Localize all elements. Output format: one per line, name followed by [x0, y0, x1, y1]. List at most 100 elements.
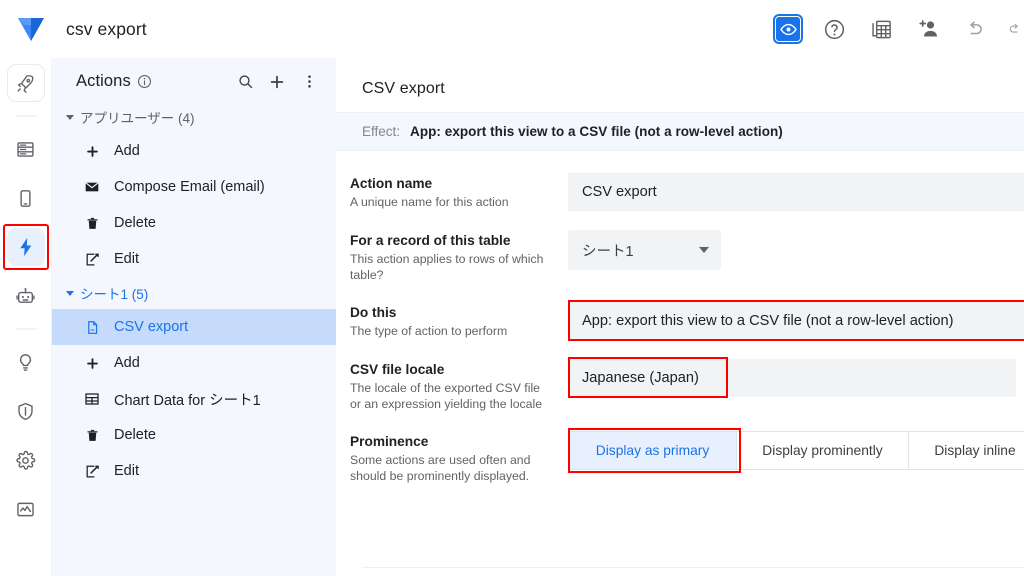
actions-panel: Actions アプリユーザー (4) Add Compose Email (e… [52, 58, 336, 576]
field-description: The locale of the exported CSV file or a… [350, 381, 543, 411]
action-item-delete-sheet1[interactable]: Delete [52, 417, 336, 453]
rail-divider-1 [14, 115, 37, 117]
action-item-add-sheet1[interactable]: Add [52, 345, 336, 381]
top-bar: csv export [0, 0, 1024, 58]
field-label-group: Action name A unique name for this actio… [350, 173, 568, 211]
action-settings-form: Action name A unique name for this actio… [336, 151, 1024, 576]
add-user-icon[interactable] [915, 16, 941, 42]
app-title: csv export [66, 18, 147, 39]
action-item-label: Delete [114, 427, 156, 443]
action-name-input[interactable]: CSV export [568, 173, 1024, 211]
actions-header-icons [236, 73, 318, 91]
robot-icon [16, 287, 35, 303]
action-item-delete-user[interactable]: Delete [52, 205, 336, 241]
chevron-down-icon [699, 247, 709, 253]
rail-item-intelligence[interactable] [7, 277, 45, 315]
field-action-name: Action name A unique name for this actio… [336, 173, 1024, 211]
field-title: Do this [350, 305, 397, 320]
field-label-group: Prominence Some actions are used often a… [350, 431, 568, 484]
field-title: For a record of this table [350, 233, 511, 248]
appsheet-editor: csv export Actions アプリユーザー (4) Add Compo… [0, 0, 1024, 576]
grid-table-icon [82, 391, 102, 407]
appsheet-logo-icon [18, 18, 44, 41]
preview-eye-icon[interactable] [773, 14, 803, 44]
effect-summary-bar: Effect: App: export this view to a CSV f… [336, 113, 1024, 151]
actions-group-header-sheet1[interactable]: シート1 (5) [52, 277, 336, 309]
prominence-option-prominently[interactable]: Display prominently [737, 432, 909, 469]
actions-group-label: アプリユーザー (4) [80, 111, 195, 126]
search-icon[interactable] [236, 73, 254, 91]
rail-item-rocket[interactable] [6, 64, 45, 102]
csv-locale-input[interactable]: Japanese (Japan) [568, 359, 1016, 397]
field-csv-locale: CSV file locale The locale of the export… [336, 357, 1024, 412]
rail-item-ideas[interactable] [7, 343, 45, 381]
appsheet-logo[interactable] [0, 16, 62, 42]
monitor-chart-icon [17, 502, 34, 516]
field-title: Prominence [350, 434, 429, 449]
action-item-compose-email[interactable]: Compose Email (email) [52, 169, 336, 205]
field-label-group: For a record of this table This action a… [350, 230, 568, 283]
actions-panel-title: Actions [76, 72, 131, 90]
left-nav-rail [0, 58, 52, 576]
field-control: App: export this view to a CSV file (not… [568, 300, 1024, 341]
plus-icon [82, 356, 102, 371]
field-control: Japanese (Japan) [568, 357, 1024, 412]
pencil-square-icon [82, 464, 102, 479]
trash-icon [82, 216, 102, 231]
action-item-chart-data[interactable]: Chart Data for シート1 [52, 381, 336, 417]
action-item-label: Edit [114, 251, 139, 267]
undo-icon[interactable] [962, 16, 988, 42]
table-select[interactable]: シート1 [568, 230, 721, 270]
pencil-square-icon [82, 252, 102, 267]
main-detail-panel: CSV export Effect: App: export this view… [336, 58, 1024, 576]
info-circle-icon[interactable] [137, 74, 152, 89]
rail-item-security[interactable] [7, 392, 45, 430]
field-label-group: CSV file locale The locale of the export… [350, 359, 568, 412]
action-item-csv-export[interactable]: CSV export [52, 309, 336, 345]
redo-icon[interactable] [1009, 16, 1022, 42]
page-title: CSV export [336, 58, 1024, 113]
rail-item-app[interactable] [7, 179, 45, 217]
actions-group-header-app-users[interactable]: アプリユーザー (4) [52, 101, 336, 133]
actions-group-label: シート1 (5) [80, 287, 149, 302]
action-item-add-user[interactable]: Add [52, 133, 336, 169]
action-item-label: Compose Email (email) [114, 179, 265, 195]
prominence-segmented-control: Display as primary Display prominently D… [568, 431, 1024, 470]
field-title: Action name [350, 176, 433, 191]
data-list-icon [17, 141, 34, 157]
rail-item-monitor[interactable] [7, 490, 45, 528]
lightning-bolt-icon [19, 237, 31, 257]
shield-icon [18, 402, 33, 420]
rail-item-data[interactable] [7, 130, 45, 168]
field-do-this: Do this The type of action to perform Ap… [336, 300, 1024, 341]
action-item-edit-user[interactable]: Edit [52, 241, 336, 277]
action-item-edit-sheet1[interactable]: Edit [52, 453, 336, 489]
data-table-icon[interactable] [868, 16, 894, 42]
envelope-icon [82, 179, 102, 195]
topbar-icon-group [773, 14, 1024, 44]
prominence-option-inline[interactable]: Display inline [909, 432, 1024, 469]
field-title: CSV file locale [350, 362, 445, 377]
action-item-label: CSV export [114, 319, 189, 335]
actions-panel-header: Actions [52, 58, 336, 101]
gear-icon [16, 450, 36, 470]
document-icon [82, 320, 102, 335]
mobile-device-icon [20, 189, 31, 207]
table-select-value: シート1 [582, 243, 634, 260]
field-control: CSV export [568, 173, 1024, 211]
rail-item-settings[interactable] [7, 441, 45, 479]
do-this-select[interactable]: App: export this view to a CSV file (not… [568, 302, 1024, 340]
field-description: Some actions are used often and should b… [350, 453, 531, 483]
field-control: シート1 [568, 230, 1024, 283]
field-table: For a record of this table This action a… [336, 230, 1024, 283]
rail-item-automation[interactable] [2, 224, 49, 270]
field-label-group: Do this The type of action to perform [350, 302, 568, 340]
more-vertical-icon[interactable] [300, 73, 318, 91]
plus-icon[interactable] [268, 73, 286, 91]
prominence-option-primary[interactable]: Display as primary [569, 432, 737, 469]
rail-divider-2 [14, 328, 37, 330]
action-item-label: Add [114, 143, 140, 159]
plus-icon [82, 144, 102, 159]
help-question-icon[interactable] [821, 16, 847, 42]
field-control: Display as primary Display prominently D… [568, 428, 1024, 484]
